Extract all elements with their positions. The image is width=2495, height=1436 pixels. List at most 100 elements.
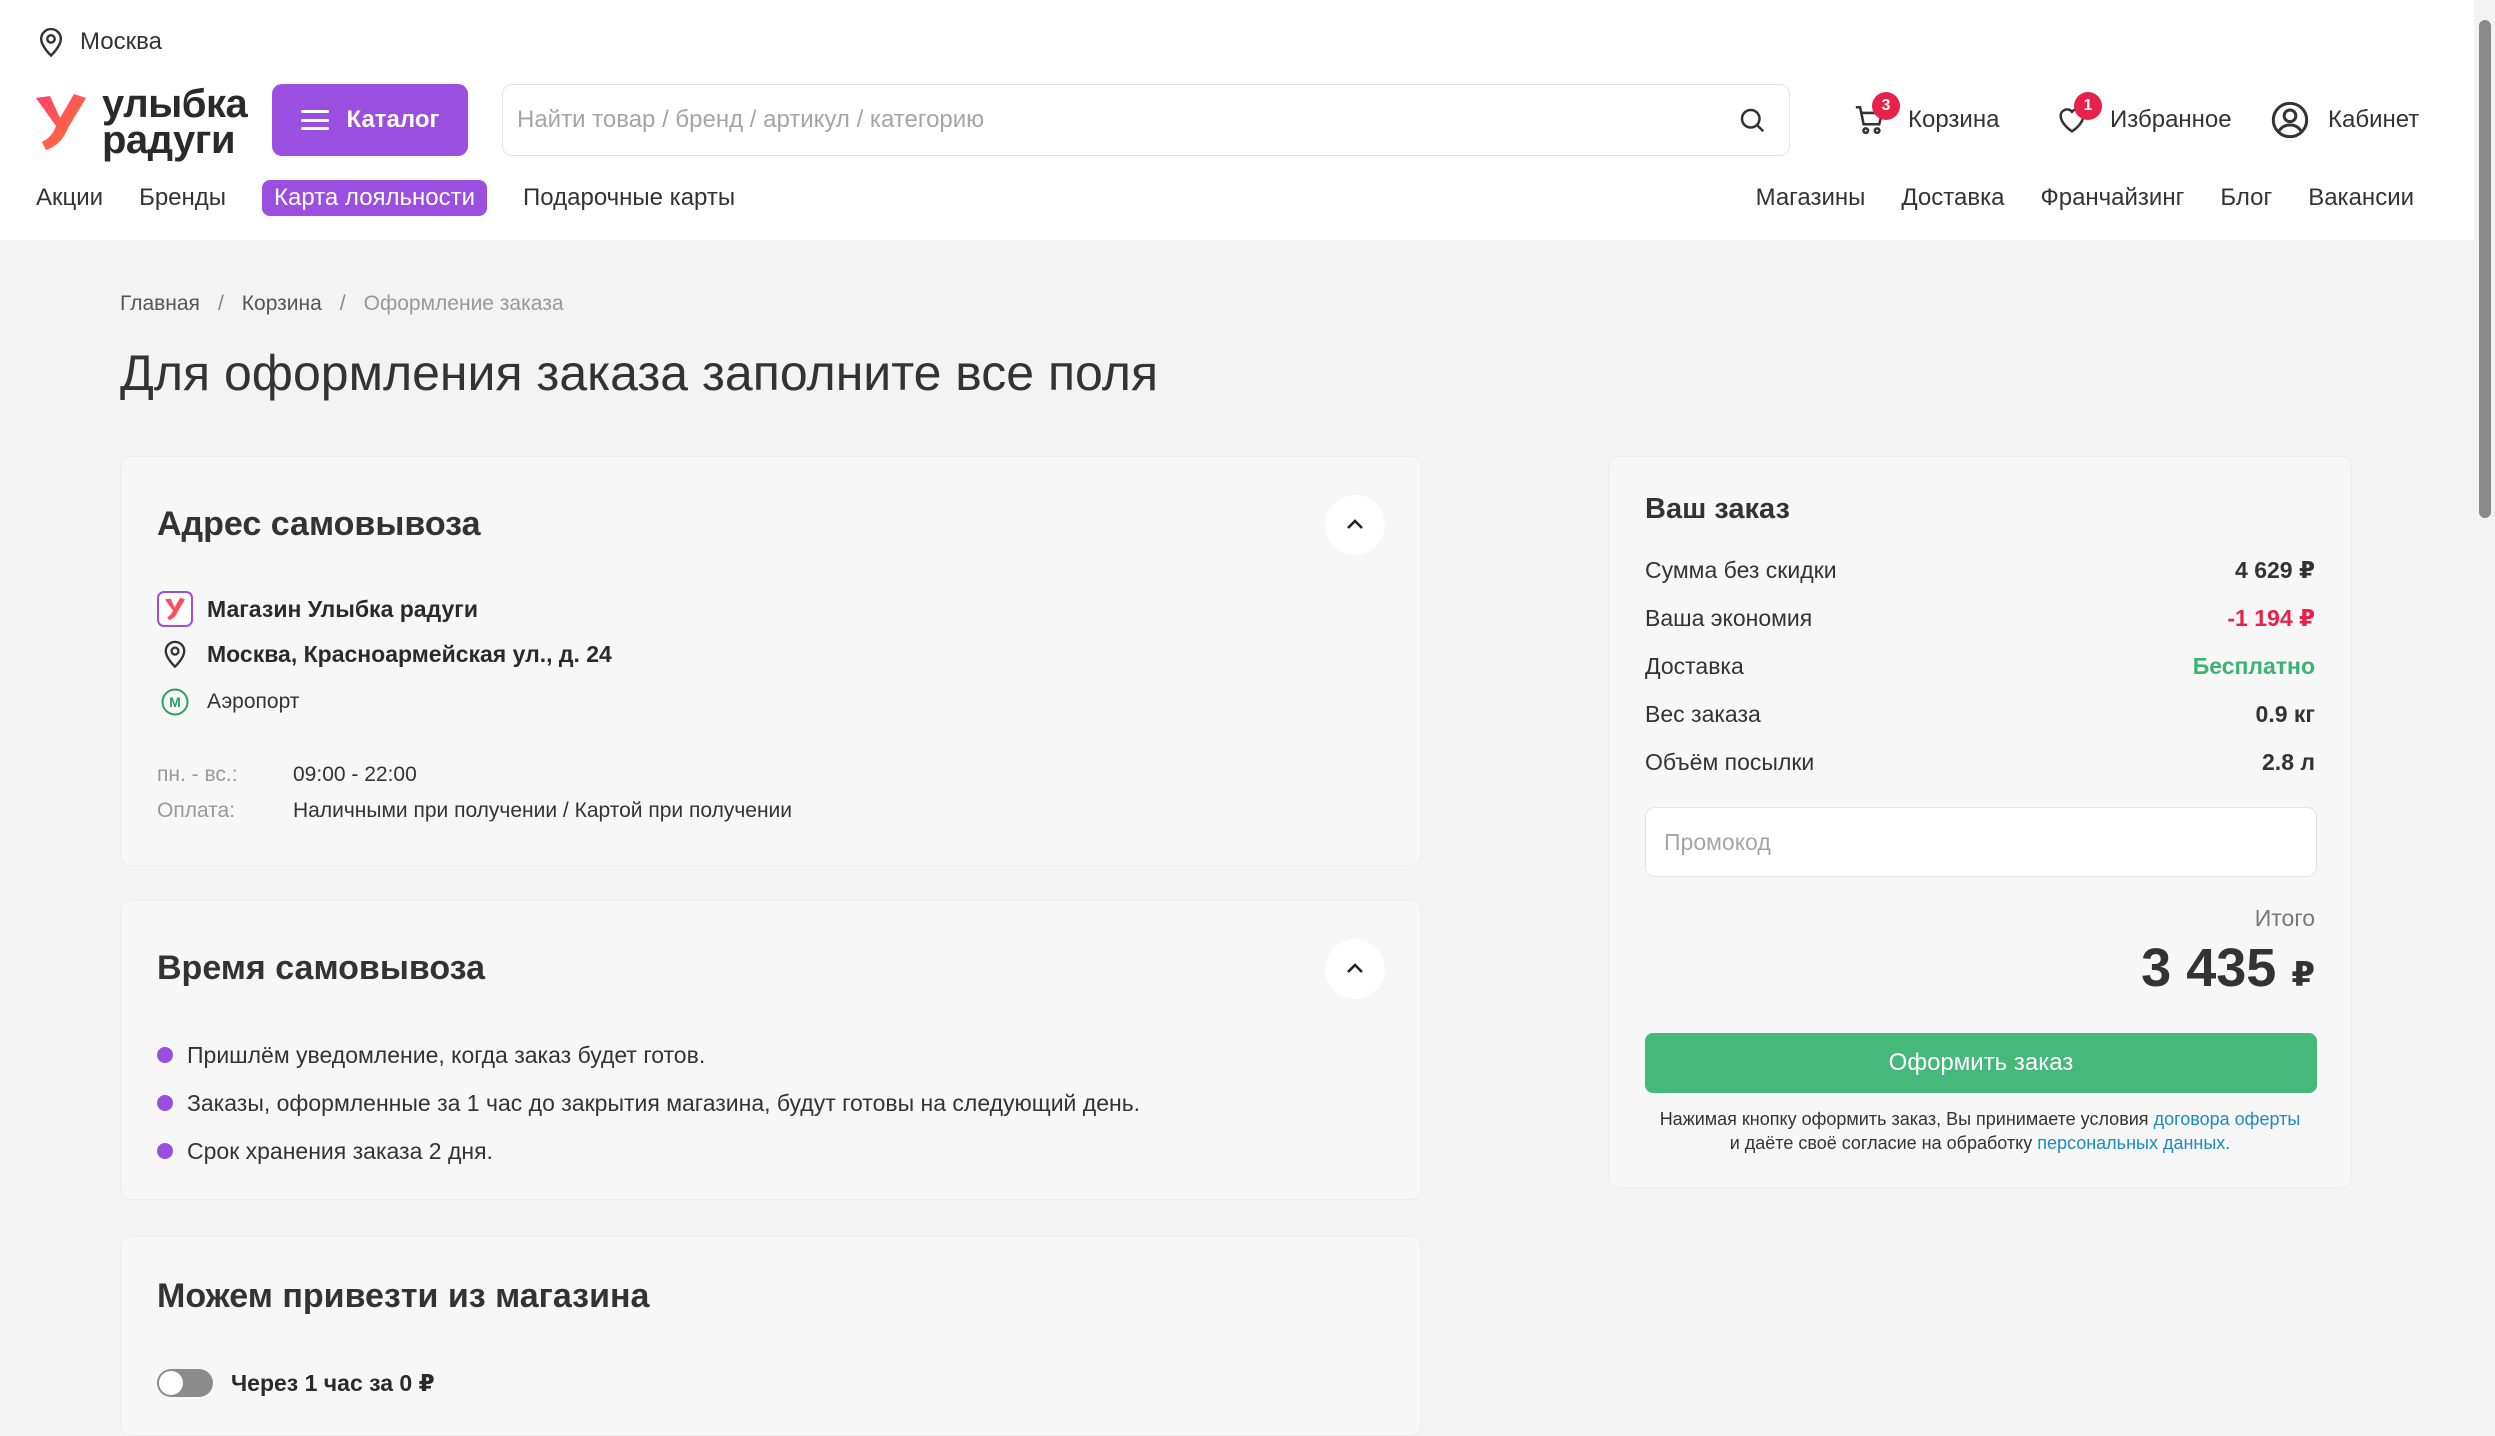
volume-value: 2.8 л (2262, 749, 2315, 775)
list-item: Пришлём уведомление, когда заказ будет г… (157, 1031, 1140, 1079)
pickup-time-title: Время самовывоза (157, 949, 485, 987)
volume-row: Объём посылки 2.8 л (1645, 749, 2315, 776)
payment-value: Наличными при получении / Картой при пол… (293, 799, 792, 822)
legal-notice: Нажимая кнопку оформить заказ, Вы приним… (1659, 1109, 2301, 1153)
user-icon (2271, 101, 2309, 139)
chevron-up-icon (1347, 963, 1363, 973)
nav-franchising[interactable]: Франчайзинг (2040, 184, 2184, 212)
list-item: Заказы, оформленные за 1 час до закрытия… (157, 1079, 1140, 1127)
savings-row: Ваша экономия -1 194 ₽ (1645, 605, 2315, 632)
breadcrumb-home[interactable]: Главная (120, 292, 200, 316)
cabinet-label: Кабинет (2328, 106, 2420, 133)
city-selector[interactable]: Москва (36, 24, 162, 60)
subtotal-label: Сумма без скидки (1645, 557, 1837, 583)
favorites-icon-wrap: 1 (2052, 92, 2102, 140)
svg-text:М: М (169, 694, 181, 710)
user-icon-wrap (2270, 100, 2310, 140)
order-summary-title: Ваш заказ (1645, 493, 1790, 525)
delivery-from-shop-title: Можем привезти из магазина (157, 1277, 650, 1315)
hours-label: пн. - вс.: (157, 763, 238, 786)
bullet-dot-icon (157, 1095, 173, 1111)
shop-name: Магазин Улыбка радуги (207, 595, 478, 622)
collapse-time-button[interactable] (1325, 939, 1385, 999)
total-amount: 3 435 (2141, 938, 2277, 998)
chevron-up-icon (1347, 519, 1363, 529)
express-delivery-label: Через 1 час за 0 ₽ (231, 1369, 435, 1396)
subtotal-row: Сумма без скидки 4 629 ₽ (1645, 557, 2315, 584)
metro-station: Аэропорт (207, 690, 300, 713)
nav-blog[interactable]: Блог (2220, 184, 2272, 212)
favorites-link[interactable]: 1 Избранное (2052, 92, 2232, 146)
savings-value: -1 194 ₽ (2227, 605, 2315, 631)
site-header: Москва улыбка радуги Каталог Найти товар… (0, 0, 2474, 240)
total-currency: ₽ (2291, 956, 2315, 994)
express-delivery-option: Через 1 час за 0 ₽ (157, 1369, 435, 1397)
pickup-address-card: Адрес самовывоза Магазин Улыбка радуги М… (120, 456, 1422, 866)
delivery-value: Бесплатно (2192, 653, 2315, 679)
nav-vacancies[interactable]: Вакансии (2308, 184, 2414, 212)
weight-row: Вес заказа 0.9 кг (1645, 701, 2315, 728)
cart-label: Корзина (1908, 106, 2000, 133)
hours-value: 09:00 - 22:00 (293, 763, 417, 786)
delivery-row: Доставка Бесплатно (1645, 653, 2315, 680)
metro-icon: М (161, 688, 189, 716)
promo-code-input[interactable] (1645, 807, 2317, 877)
metro-row: М Аэропорт (157, 687, 299, 717)
express-delivery-toggle[interactable] (157, 1369, 213, 1397)
personal-data-link[interactable]: персональных данных. (2037, 1133, 2230, 1153)
cart-count-badge: 3 (1872, 92, 1900, 120)
page-scrollbar[interactable] (2474, 0, 2495, 1418)
nav-stores[interactable]: Магазины (1756, 184, 1866, 212)
nav-brands[interactable]: Бренды (139, 184, 226, 212)
favorites-label: Избранное (2110, 106, 2232, 133)
pickup-info-list: Пришлём уведомление, когда заказ будет г… (157, 1031, 1140, 1175)
breadcrumb-separator: / (217, 292, 224, 315)
shop-address: Москва, Красноармейская ул., д. 24 (207, 640, 612, 667)
collapse-address-button[interactable] (1325, 495, 1385, 555)
city-name: Москва (80, 28, 162, 55)
location-pin-icon (164, 640, 186, 669)
nav-loyalty-card[interactable]: Карта лояльности (262, 180, 488, 216)
breadcrumb: Главная / Корзина / Оформление заказа (120, 292, 564, 316)
shop-logo-icon (157, 591, 193, 627)
weight-value: 0.9 кг (2255, 701, 2315, 727)
order-summary: Ваш заказ Сумма без скидки 4 629 ₽ Ваша … (1608, 456, 2352, 1188)
list-item: Срок хранения заказа 2 дня. (157, 1127, 1140, 1175)
bullet-dot-icon (157, 1047, 173, 1063)
menu-icon (300, 110, 329, 130)
secondary-nav: Магазины Доставка Франчайзинг Блог Вакан… (1756, 180, 2414, 216)
nav-delivery[interactable]: Доставка (1901, 184, 2004, 212)
catalog-button[interactable]: Каталог (272, 84, 468, 156)
shop-address-row: Москва, Красноармейская ул., д. 24 (157, 639, 612, 669)
delivery-from-shop-card: Можем привезти из магазина Через 1 час з… (120, 1236, 1422, 1436)
primary-nav: Акции Бренды Карта лояльности Подарочные… (36, 180, 771, 216)
shop-name-row: Магазин Улыбка радуги (157, 591, 478, 627)
search-icon[interactable] (1737, 105, 1767, 135)
breadcrumb-cart[interactable]: Корзина (242, 292, 322, 316)
logo-icon (36, 94, 86, 150)
total-value: 3 435 ₽ (2141, 937, 2315, 999)
page-title: Для оформления заказа заполните все поля (120, 345, 1159, 401)
weight-label: Вес заказа (1645, 701, 1761, 727)
pickup-address-title: Адрес самовывоза (157, 505, 481, 543)
nav-gift-cards[interactable]: Подарочные карты (523, 184, 735, 212)
nav-promotions[interactable]: Акции (36, 184, 103, 212)
cart-link[interactable]: 3 Корзина (1850, 92, 2000, 146)
site-logo[interactable]: улыбка радуги (34, 82, 248, 162)
volume-label: Объём посылки (1645, 749, 1815, 775)
search-bar (502, 84, 1790, 156)
place-order-button[interactable]: Оформить заказ (1645, 1033, 2317, 1093)
payment-methods: Оплата: Наличными при получении / Картой… (157, 799, 792, 823)
savings-label: Ваша экономия (1645, 605, 1813, 631)
delivery-label: Доставка (1645, 653, 1744, 679)
scrollbar-thumb[interactable] (2479, 20, 2491, 518)
logo-text: улыбка радуги (102, 82, 248, 162)
search-input[interactable] (503, 85, 1737, 155)
favorites-count-badge: 1 (2074, 92, 2102, 120)
location-pin-icon (39, 27, 63, 58)
bullet-dot-icon (157, 1143, 173, 1159)
offer-agreement-link[interactable]: договора оферты (2154, 1109, 2301, 1129)
breadcrumb-separator: / (339, 292, 346, 315)
cabinet-link[interactable]: Кабинет (2270, 94, 2419, 146)
cart-icon-wrap: 3 (1850, 92, 1900, 140)
